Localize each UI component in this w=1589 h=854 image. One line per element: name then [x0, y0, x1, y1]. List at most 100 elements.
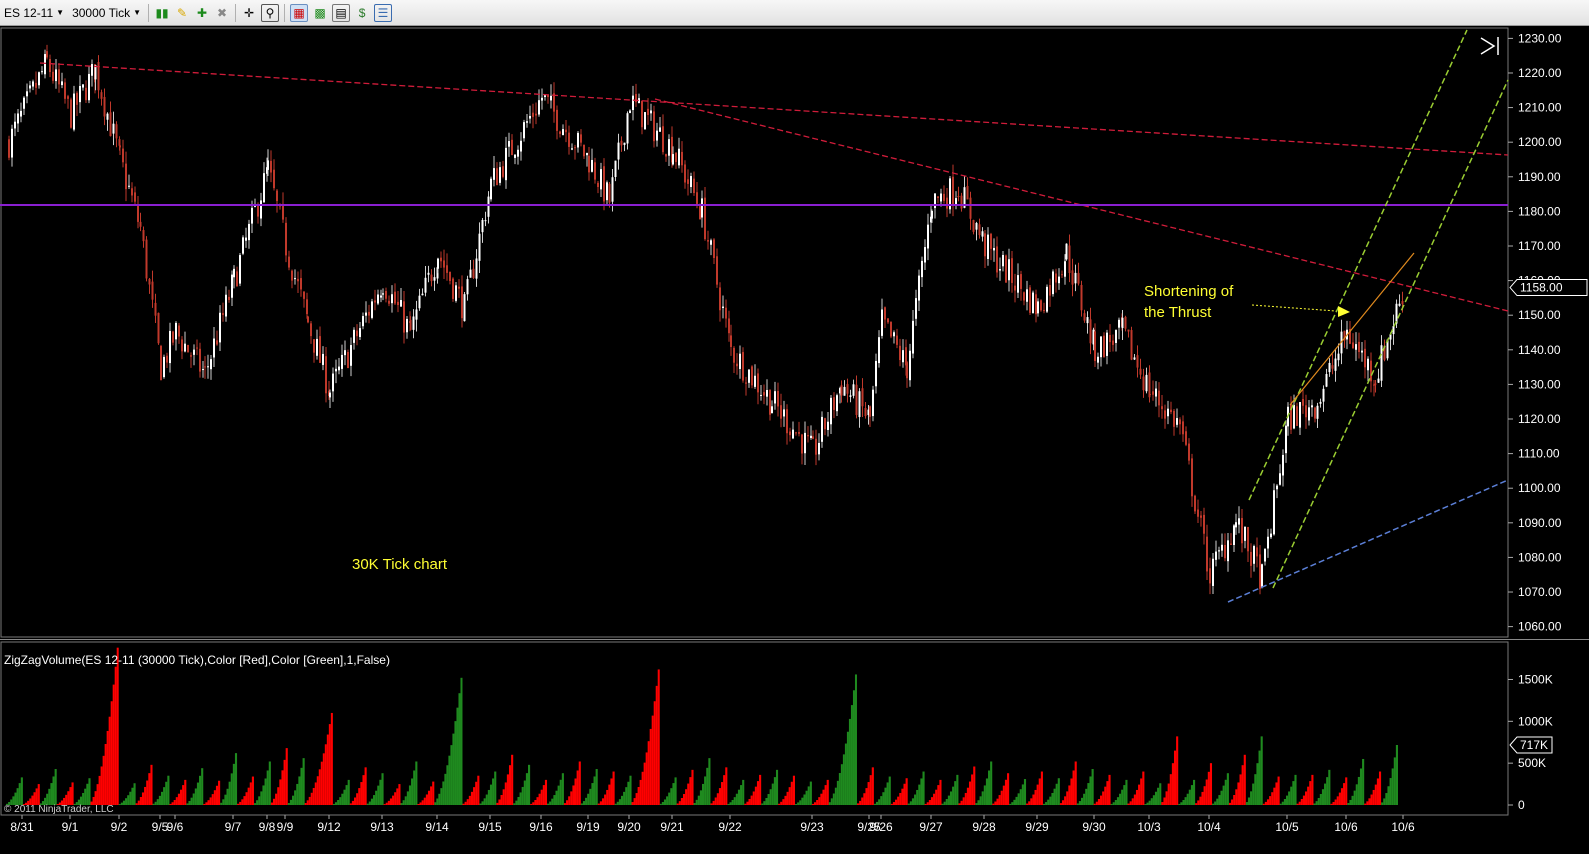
volume-bar	[863, 793, 866, 805]
volume-bar	[844, 743, 847, 805]
volume-bar	[163, 787, 166, 805]
volume-bar	[1243, 754, 1246, 805]
time-tick-label: 9/27	[919, 820, 943, 834]
volume-bar	[1127, 803, 1130, 805]
money-icon[interactable]: $	[354, 5, 370, 21]
instrument-selector[interactable]: ES 12-11 ▼	[0, 3, 68, 23]
volume-bar	[129, 791, 132, 805]
volume-bar	[1171, 763, 1174, 805]
volume-bar	[867, 782, 870, 805]
volume-bar	[1125, 779, 1128, 805]
volume-bar	[775, 769, 779, 805]
volume-bar	[458, 693, 461, 805]
volume-bar	[392, 795, 395, 805]
volume-bar	[1347, 803, 1350, 805]
volume-bar	[423, 797, 426, 805]
volume-bar	[334, 802, 338, 805]
properties-icon[interactable]: ☰	[374, 3, 393, 22]
volume-bar	[1095, 801, 1098, 805]
volume-bar	[623, 791, 626, 805]
volume-bar	[580, 803, 583, 805]
volume-bar	[468, 795, 471, 805]
volume-bar	[1017, 793, 1020, 805]
interval-selector[interactable]: 30000 Tick ▼	[68, 3, 145, 23]
volume-bar	[1091, 769, 1094, 805]
volume-bar	[528, 764, 531, 805]
volume-bar	[750, 795, 753, 805]
volume-bar	[230, 773, 233, 805]
volume-bar	[1334, 799, 1337, 805]
volume-bar	[1146, 802, 1149, 805]
volume-bar	[525, 773, 528, 805]
volume-bar	[1300, 798, 1303, 805]
volume-bar	[1370, 794, 1373, 805]
volume-bar	[1011, 802, 1014, 805]
volume-bar	[631, 802, 634, 805]
volume-bar	[94, 791, 97, 805]
scroll-to-end-icon[interactable]	[1478, 34, 1502, 56]
volume-bar	[98, 775, 101, 805]
volume-bar	[160, 791, 164, 805]
volume-bar	[1231, 799, 1234, 805]
volume-bar	[947, 795, 950, 805]
volume-bar	[1328, 769, 1331, 805]
volume-bar	[243, 796, 246, 805]
data-box-icon[interactable]: ▤	[332, 3, 351, 22]
volume-bar	[1273, 787, 1276, 805]
remove-drawing-icon[interactable]: ✖	[214, 5, 230, 21]
bar-type-icon[interactable]: ▮▮	[154, 5, 170, 21]
volume-bar	[878, 799, 881, 805]
crosshair-icon[interactable]: ✛	[241, 5, 257, 21]
volume-tick-label: 1000K	[1518, 714, 1553, 728]
volume-bar	[568, 796, 571, 805]
volume-bar	[281, 770, 284, 805]
thrust-annotation-line1: Shortening of	[1144, 283, 1234, 300]
volume-bar	[916, 789, 919, 805]
chart-canvas[interactable]: 1060.00 1070.00 1080.00 1090.00 1100.00 1110.…	[0, 0, 1589, 854]
volume-bar	[869, 775, 872, 805]
pencil-icon[interactable]: ✎	[174, 5, 190, 21]
volume-bar	[1142, 771, 1145, 805]
volume-bar	[464, 801, 467, 805]
time-tick-label: 9/15	[478, 820, 502, 834]
volume-bar	[292, 795, 295, 805]
candle	[1261, 563, 1263, 589]
volume-bar	[1393, 757, 1396, 805]
time-tick-label: 9/14	[425, 820, 449, 834]
time-tick-label: 8/31	[10, 820, 34, 834]
volume-bar	[35, 788, 38, 805]
volume-bar	[485, 794, 488, 805]
volume-bar	[928, 799, 931, 805]
volume-bar	[258, 796, 261, 805]
volume-bar	[820, 793, 823, 805]
volume-bar	[721, 782, 724, 805]
volume-bar	[1281, 801, 1284, 805]
add-indicator-icon[interactable]: ✚	[194, 5, 210, 21]
volume-bar	[239, 801, 242, 805]
volume-bar	[570, 791, 573, 805]
volume-bar	[234, 753, 238, 805]
volume-bar	[310, 792, 313, 805]
volume-bar	[826, 779, 829, 805]
volume-bar	[296, 783, 299, 805]
chart-toolbar: ES 12-11 ▼ 30000 Tick ▼ ▮▮ ✎ ✚ ✖ ✛ ⚲ ▦ ▩…	[0, 0, 1589, 26]
zoom-icon[interactable]: ⚲	[261, 3, 280, 22]
indicators-icon[interactable]: ▦	[290, 3, 309, 22]
volume-bar	[270, 802, 273, 805]
volume-bar	[1108, 774, 1111, 805]
volume-bar	[748, 798, 751, 805]
volume-bar	[1032, 794, 1035, 805]
volume-bar	[379, 779, 382, 805]
strategy-icon[interactable]: ▩	[312, 5, 328, 21]
volume-bar	[1307, 786, 1310, 805]
volume-bar	[245, 792, 248, 805]
volume-bar	[1169, 774, 1172, 805]
volume-bar	[792, 775, 795, 805]
volume-bar	[1353, 790, 1356, 805]
volume-bar	[1186, 793, 1189, 805]
toolbar-divider	[148, 3, 150, 22]
volume-bar	[339, 797, 342, 805]
volume-bar	[555, 790, 558, 805]
volume-bar	[220, 802, 223, 805]
volume-bar	[1376, 778, 1379, 805]
